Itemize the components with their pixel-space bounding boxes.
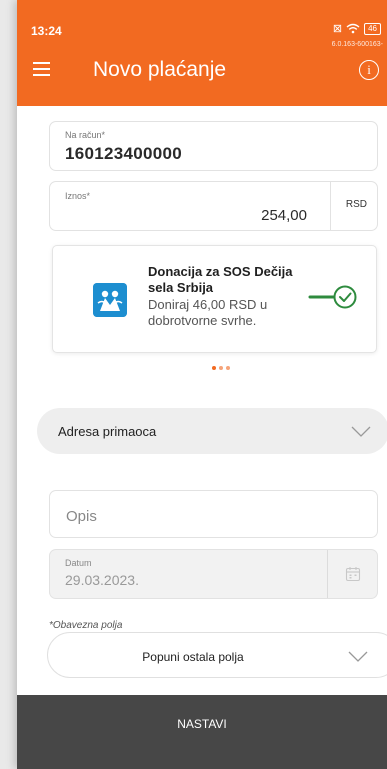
battery-icon: 46 [364,22,381,35]
date-label: Datum [65,558,92,568]
donation-title: Donacija za SOS Dečija sela Srbija [148,264,293,295]
donation-description: Doniraj 46,00 RSD u dobrotvorne svrhe. [148,297,268,328]
description-field[interactable]: Opis [49,490,378,538]
sos-logo-icon [93,283,127,317]
currency-divider [330,182,331,230]
version-label: 6.0.163-600163- [331,41,383,48]
calendar-button[interactable] [327,550,377,598]
account-field[interactable]: Na račun* 160123400000 [49,121,378,171]
account-label: Na račun* [65,130,106,140]
chevron-down-icon [348,651,368,662]
description-placeholder: Opis [66,508,97,525]
page-title: Novo plaćanje [93,58,227,81]
app-screen: 13:24 ⊠ 46 6.0.163-600163- Novo plaćanje… [17,0,387,769]
amount-field[interactable]: Iznos* 254,00 RSD [49,181,378,231]
account-value: 160123400000 [65,144,183,163]
status-time: 13:24 [31,24,62,38]
date-value: 29.03.2023. [65,572,139,588]
network-icon: ⊠ [332,23,343,35]
amount-label: Iznos* [65,191,91,201]
chevron-down-icon [351,426,371,437]
donation-toggle[interactable] [308,284,358,310]
continue-button[interactable]: NASTAVI [17,695,387,769]
card-pager [212,366,230,370]
pager-dot[interactable] [226,366,230,370]
app-header: 13:24 ⊠ 46 6.0.163-600163- Novo plaćanje… [17,0,387,106]
continue-label: NASTAVI [177,717,227,731]
status-icons: ⊠ 46 [333,22,381,35]
pager-dot[interactable] [219,366,223,370]
required-fields-note: *Obavezna polja [49,620,123,631]
currency-selector[interactable]: RSD [346,199,367,210]
fill-other-fields-button[interactable]: Popuni ostala polja [47,632,387,678]
recipient-address-label: Adresa primaoca [58,424,157,439]
amount-value: 254,00 [261,207,307,224]
info-icon[interactable]: i [359,60,379,80]
recipient-address-section[interactable]: Adresa primaoca [37,408,387,454]
wifi-icon [346,23,360,34]
pager-dot[interactable] [212,366,216,370]
fill-other-fields-label: Popuni ostala polja [142,650,244,664]
hamburger-icon[interactable] [33,62,50,76]
calendar-icon [345,567,361,582]
date-field: Datum 29.03.2023. [49,549,378,599]
donation-card[interactable]: Donacija za SOS Dečija sela Srbija Donir… [52,245,377,353]
